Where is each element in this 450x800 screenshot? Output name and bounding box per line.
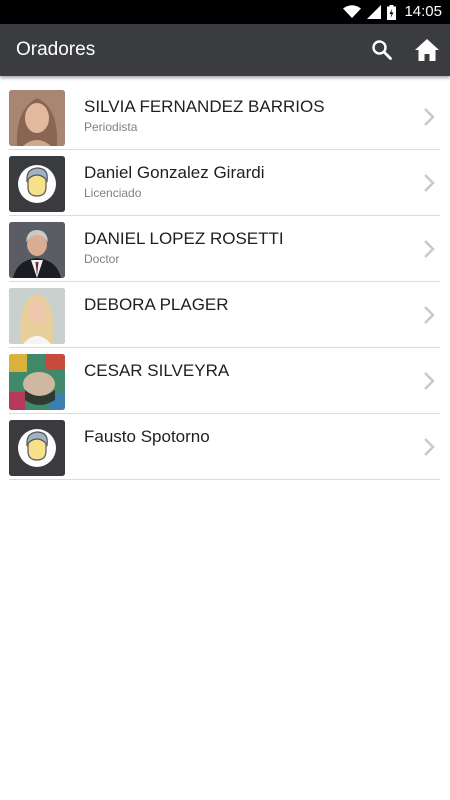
avatar [9, 288, 65, 344]
speaker-name: DEBORA PLAGER [84, 295, 229, 314]
avatar [9, 222, 65, 278]
avatar [9, 420, 65, 476]
list-item[interactable]: CESAR SILVEYRA [9, 348, 440, 414]
avatar [9, 156, 65, 212]
search-icon[interactable] [370, 38, 394, 62]
default-avatar-icon [9, 420, 65, 476]
chevron-right-icon [424, 240, 435, 258]
speaker-list: SILVIA FERNANDEZ BARRIOS Periodista Dani… [0, 84, 450, 480]
list-item[interactable]: SILVIA FERNANDEZ BARRIOS Periodista [9, 84, 440, 150]
list-item[interactable]: DANIEL LOPEZ ROSETTI Doctor [9, 216, 440, 282]
avatar [9, 90, 65, 146]
chevron-right-icon [424, 372, 435, 390]
speaker-name: Fausto Spotorno [84, 427, 210, 446]
cell-signal-icon [367, 5, 382, 19]
person-photo-icon [9, 288, 65, 344]
status-bar: 14:05 [0, 0, 450, 24]
chevron-right-icon [424, 108, 435, 126]
page-title: Oradores [16, 39, 96, 60]
speaker-name: DANIEL LOPEZ ROSETTI [84, 229, 284, 248]
person-photo-icon [9, 90, 65, 146]
avatar [9, 354, 65, 410]
chevron-right-icon [424, 306, 435, 324]
speaker-title: Doctor [84, 252, 120, 266]
home-icon[interactable] [413, 36, 441, 64]
chevron-right-icon [424, 174, 435, 192]
speaker-name: Daniel Gonzalez Girardi [84, 163, 265, 182]
status-time: 14:05 [404, 3, 442, 20]
chevron-right-icon [424, 438, 435, 456]
speaker-name: SILVIA FERNANDEZ BARRIOS [84, 97, 325, 116]
list-item[interactable]: Daniel Gonzalez Girardi Licenciado [9, 150, 440, 216]
wifi-icon [343, 5, 362, 18]
person-photo-icon [9, 354, 65, 410]
list-item[interactable]: Fausto Spotorno [9, 414, 440, 480]
speaker-title: Periodista [84, 120, 138, 134]
status-icons: 14:05 [343, 3, 442, 21]
speaker-name: CESAR SILVEYRA [84, 361, 230, 380]
default-avatar-icon [9, 156, 65, 212]
list-item[interactable]: DEBORA PLAGER [9, 282, 440, 348]
person-photo-icon [9, 222, 65, 278]
speaker-title: Licenciado [84, 186, 142, 200]
battery-icon [387, 4, 397, 20]
app-bar: Oradores [0, 24, 450, 76]
